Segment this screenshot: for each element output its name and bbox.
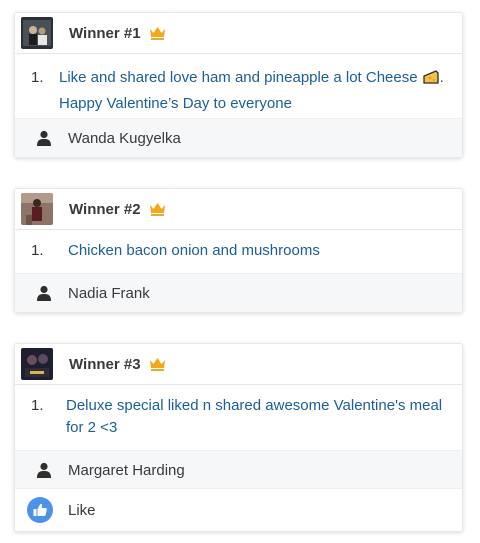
author-name: Margaret Harding: [68, 461, 185, 479]
entry-item: 1. Deluxe special liked n shared awesome…: [15, 385, 462, 439]
entry-item: 1. Like and shared love ham and pineappl…: [15, 54, 462, 115]
like-button[interactable]: Like: [15, 488, 462, 531]
entry-text: Chicken bacon onion and mushrooms: [68, 242, 320, 259]
like-label: Like: [68, 501, 96, 519]
author-row: Wanda Kugyelka: [15, 118, 462, 157]
winner-title: Winner #3: [69, 355, 141, 373]
user-icon: [34, 285, 54, 301]
entry-number: 1.: [31, 397, 44, 414]
entry-text: Like and shared love ham and pineapple a…: [59, 67, 444, 115]
winner-card-2: Winner #2 1. Chicken bacon onion and mus…: [14, 188, 463, 313]
entry-text-line1: Like and shared love ham and pineapple a…: [59, 69, 418, 86]
winner-card-1: Winner #1 1. Like and shared love ham an…: [14, 12, 463, 158]
winner-header: Winner #2: [15, 189, 462, 230]
winner-title: Winner #2: [69, 200, 141, 218]
cheese-icon: [422, 68, 440, 93]
user-icon: [34, 462, 54, 478]
author-row: Nadia Frank: [15, 273, 462, 312]
thumbs-up-icon[interactable]: [27, 497, 53, 523]
avatar[interactable]: [21, 348, 53, 380]
winner-header: Winner #1: [15, 13, 462, 54]
author-row: Margaret Harding: [15, 450, 462, 489]
entry-item: 1. Chicken bacon onion and mushrooms: [15, 230, 462, 262]
winner-card-3: Winner #3 1. Deluxe special liked n shar…: [14, 343, 463, 532]
entry-text-line2: Happy Valentine’s Day to everyone: [59, 95, 292, 112]
crown-icon: [149, 202, 166, 216]
crown-icon: [149, 26, 166, 40]
entry-number: 1.: [31, 69, 44, 86]
author-name: Nadia Frank: [68, 284, 150, 302]
entry-number: 1.: [31, 242, 44, 259]
entry-text-tail: .: [439, 69, 444, 86]
entry-text: Deluxe special liked n shared awesome Va…: [66, 397, 443, 436]
winner-title: Winner #1: [69, 24, 141, 42]
crown-icon: [149, 357, 166, 371]
user-icon: [34, 130, 54, 146]
avatar[interactable]: [21, 17, 53, 49]
author-name: Wanda Kugyelka: [68, 129, 181, 147]
winner-header: Winner #3: [15, 344, 462, 385]
avatar[interactable]: [21, 193, 53, 225]
